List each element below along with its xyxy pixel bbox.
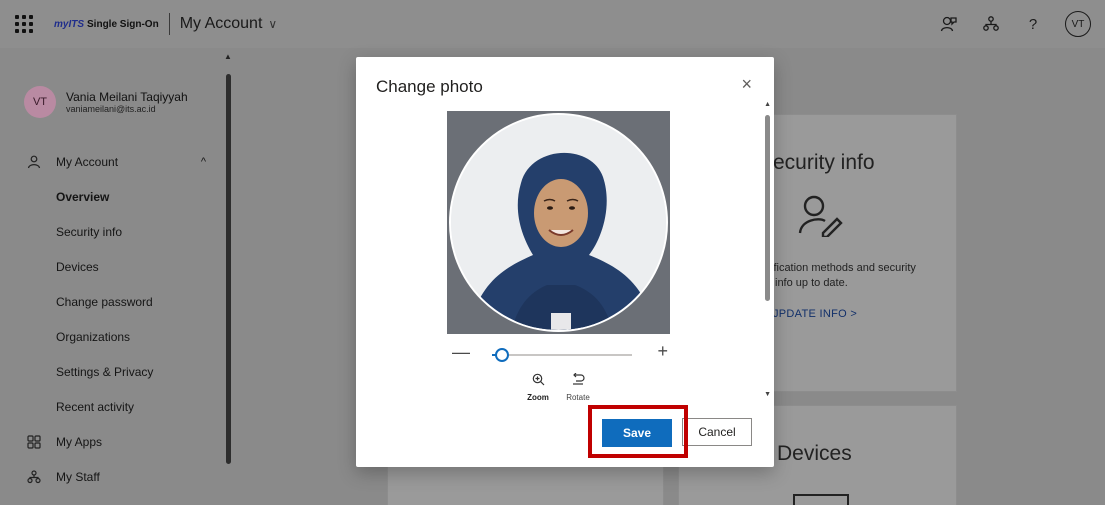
save-button-highlight xyxy=(588,405,688,458)
rotate-icon xyxy=(558,372,598,389)
zoom-slider-track[interactable] xyxy=(492,354,632,356)
card-title: Devices xyxy=(777,442,852,465)
sidebar-item-label: My Apps xyxy=(56,434,103,449)
sidebar-item-label: My Account xyxy=(56,154,119,169)
help-icon[interactable]: ? xyxy=(1023,14,1043,34)
avatar: VT xyxy=(24,86,56,118)
change-photo-dialog: Change photo × ▲ ▼ — + Zoom Rotate Save … xyxy=(356,57,774,467)
sidebar-scroll-up-icon[interactable]: ▲ xyxy=(224,52,232,61)
zoom-tool-label: Zoom xyxy=(527,393,549,402)
card-title: ecurity info xyxy=(773,151,875,174)
sidebar-item-my-account[interactable]: My Account ^ xyxy=(0,144,224,179)
app-title-dropdown[interactable]: My Account ∨ xyxy=(180,15,278,33)
apps-icon xyxy=(26,434,42,450)
dialog-scrollbar[interactable] xyxy=(765,115,770,301)
sidebar-scrollbar[interactable] xyxy=(226,74,231,464)
zoom-out-icon[interactable]: — xyxy=(452,342,470,363)
dialog-scroll-up-icon[interactable]: ▲ xyxy=(764,101,771,108)
sidebar-item-my-staff[interactable]: My Staff xyxy=(0,459,224,494)
zoom-in-icon[interactable]: + xyxy=(657,341,668,362)
sidebar-item-change-password[interactable]: Change password xyxy=(0,284,224,319)
account-avatar-button[interactable]: VT xyxy=(1065,11,1091,37)
app-title: My Account xyxy=(179,15,263,32)
sidebar-item-my-apps[interactable]: My Apps xyxy=(0,424,224,459)
app-launcher-button[interactable] xyxy=(0,0,48,48)
organization-icon[interactable] xyxy=(981,14,1001,34)
sidebar-item-devices[interactable]: Devices xyxy=(0,249,224,284)
sidebar-item-label: My Staff xyxy=(56,469,100,484)
sidebar-nav: My Account ^ Overview Security info Devi… xyxy=(0,144,224,494)
top-icons: ? VT xyxy=(939,0,1091,48)
sidebar-item-settings-privacy[interactable]: Settings & Privacy xyxy=(0,354,224,389)
zoom-icon xyxy=(518,373,558,389)
user-name: Vania Meilani Taqiyyah xyxy=(66,90,188,104)
top-bar: my ITS Single Sign-On My Account ∨ ? VT xyxy=(0,0,1105,48)
dialog-scroll-down-icon[interactable]: ▼ xyxy=(764,391,771,398)
cancel-button[interactable]: Cancel xyxy=(682,418,752,446)
chevron-up-icon[interactable]: ^ xyxy=(201,156,206,168)
feedback-icon[interactable] xyxy=(939,14,959,34)
header-divider xyxy=(168,13,170,35)
profile-photo xyxy=(449,113,668,332)
person-icon xyxy=(26,154,42,170)
user-email: vaniameilani@its.ac.id xyxy=(66,104,156,114)
user-info: VT Vania Meilani Taqiyyah vaniameilani@i… xyxy=(24,86,188,118)
zoom-tool-button[interactable]: Zoom xyxy=(518,373,558,402)
zoom-slider-thumb[interactable] xyxy=(494,348,509,362)
dialog-title: Change photo xyxy=(376,77,483,96)
zoom-control: — + xyxy=(452,341,668,365)
sidebar: VT Vania Meilani Taqiyyah vaniameilani@i… xyxy=(0,48,232,505)
waffle-icon xyxy=(15,15,33,33)
people-icon xyxy=(26,469,42,485)
card-description: ification methods and security info up t… xyxy=(771,262,916,289)
sidebar-item-recent-activity[interactable]: Recent activity xyxy=(0,389,224,424)
rotate-tool-button[interactable]: Rotate xyxy=(558,372,598,402)
sidebar-item-security-info[interactable]: Security info xyxy=(0,214,224,249)
close-icon[interactable]: × xyxy=(741,75,752,93)
sidebar-item-organizations[interactable]: Organizations xyxy=(0,319,224,354)
device-icon xyxy=(793,494,849,505)
rotate-tool-label: Rotate xyxy=(566,393,590,402)
brand-logo[interactable]: my ITS Single Sign-On xyxy=(54,19,159,30)
sidebar-item-overview[interactable]: Overview xyxy=(0,179,224,214)
update-info-link[interactable]: JPDATE INFO > xyxy=(773,308,857,320)
security-info-icon xyxy=(797,193,845,242)
photo-crop-area[interactable] xyxy=(447,111,670,334)
chevron-down-icon: ∨ xyxy=(268,17,278,31)
